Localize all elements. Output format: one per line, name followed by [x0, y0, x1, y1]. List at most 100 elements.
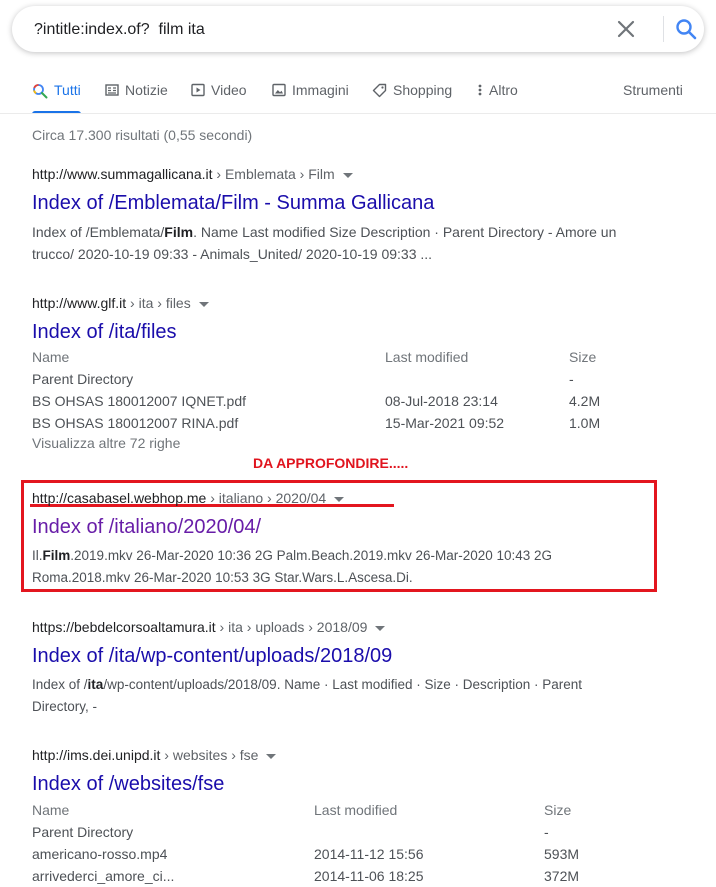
video-icon [191, 83, 205, 97]
result-url[interactable]: https://bebdelcorsoaltamura.it › ita › u… [32, 618, 582, 636]
image-icon [272, 83, 286, 97]
search-button[interactable] [672, 15, 700, 43]
snippet-highlight: Film [42, 548, 71, 563]
table-row: arrivederci_amore_ci... 2014-11-06 18:25… [32, 865, 672, 887]
dropdown-arrow-icon[interactable] [198, 301, 209, 307]
result-snippet: Il.Film.2019.mkv 26-Mar-2020 10:36 2G Pa… [32, 545, 552, 589]
result-path: › websites › fse [160, 747, 259, 763]
result-title-link[interactable]: Index of /italiano/2020/04/ [32, 514, 261, 540]
tab-label: Immagini [292, 82, 349, 98]
result-path: › ita › uploads › 2018/09 [215, 619, 368, 635]
table-row: BS OHSAS 180012007 RINA.pdf 15-Mar-2021 … [32, 412, 672, 434]
table-cell: 1.0M [569, 415, 601, 431]
result-table: Name Last modified Size Parent Directory… [32, 799, 672, 887]
table-cell: 593M [544, 846, 580, 862]
result-url[interactable]: http://www.glf.it › ita › files [32, 294, 672, 312]
snippet-text: Index of / [32, 677, 88, 692]
result-stats: Circa 17.300 risultati (0,55 secondi) [32, 127, 253, 143]
snippet-text: trucco/ 2020-10-19 09:33 - Animals_Unite… [32, 246, 433, 262]
search-divider [663, 16, 664, 42]
table-row: BS OHSAS 180012007 IQNET.pdf 08-Jul-2018… [32, 390, 672, 412]
tab-video[interactable]: Video [191, 80, 247, 114]
result-url[interactable]: http://casabasel.webhop.me › italiano › … [32, 489, 552, 507]
result-snippet: Index of /Emblemata/Film. Name Last modi… [32, 221, 616, 265]
show-more-rows-link[interactable]: Visualizza altre 72 righe [32, 435, 180, 451]
snippet-text: .2019.mkv 26-Mar-2020 10:36 2G Palm.Beac… [70, 548, 553, 563]
tab-label: Notizie [125, 82, 168, 98]
table-cell: 15-Mar-2021 09:52 [385, 415, 505, 431]
result-path: › Emblemata › Film [212, 166, 335, 182]
snippet-text: Roma.2018.mkv 26-Mar-2020 10:53 3G Star.… [32, 570, 413, 585]
tab-tutti[interactable]: Tutti [32, 80, 81, 114]
result-title-link[interactable]: Index of /websites/fse [32, 771, 224, 797]
search-result: http://ims.dei.unipd.it › websites › fse… [32, 746, 672, 886]
annotation-text: DA APPROFONDIRE..... [253, 455, 409, 471]
result-url[interactable]: http://www.summagallicana.it › Emblemata… [32, 165, 616, 183]
search-icon [33, 84, 48, 99]
dropdown-arrow-icon[interactable] [266, 753, 277, 759]
table-cell: 4.2M [569, 393, 601, 409]
table-cell: Parent Directory [32, 371, 134, 387]
tab-altro[interactable]: Altro [477, 80, 518, 114]
result-host: http://www.glf.it [32, 295, 127, 311]
table-header-row: Name Last modified Size [32, 346, 672, 368]
table-header: Size [569, 349, 597, 365]
result-title-link[interactable]: Index of /Emblemata/Film - Summa Gallica… [32, 190, 434, 216]
result-snippet: Index of /ita/wp-content/uploads/2018/09… [32, 674, 582, 718]
table-row: Parent Directory - [32, 821, 672, 843]
table-cell: BS OHSAS 180012007 IQNET.pdf [32, 393, 247, 409]
search-input[interactable] [34, 19, 594, 41]
result-url[interactable]: http://ims.dei.unipd.it › websites › fse [32, 746, 672, 764]
result-host: https://bebdelcorsoaltamura.it [32, 619, 216, 635]
tab-label: Altro [489, 82, 518, 98]
dropdown-arrow-icon[interactable] [334, 496, 345, 502]
search-bar [12, 6, 704, 52]
tab-notizie[interactable]: Notizie [105, 80, 168, 114]
snippet-text: /wp-content/uploads/2018/09. Name · Last… [103, 677, 583, 692]
table-row: Parent Directory - [32, 368, 672, 390]
table-cell: BS OHSAS 180012007 RINA.pdf [32, 415, 239, 431]
snippet-text: Directory, - [32, 699, 98, 714]
tab-label: Video [211, 82, 247, 98]
result-host: http://ims.dei.unipd.it [32, 747, 161, 763]
tag-icon [372, 83, 387, 98]
tools-label: Strumenti [623, 82, 683, 98]
snippet-highlight: Film [164, 224, 194, 240]
table-cell: - [569, 371, 574, 387]
table-row: americano-rosso.mp4 2014-11-12 15:56 593… [32, 843, 672, 865]
dropdown-arrow-icon[interactable] [375, 625, 386, 631]
table-cell: 08-Jul-2018 23:14 [385, 393, 498, 409]
table-header: Last modified [314, 802, 398, 818]
search-icon [676, 19, 697, 40]
tab-shopping[interactable]: Shopping [372, 80, 452, 114]
snippet-text: Il. [32, 548, 43, 563]
table-header: Name [32, 802, 70, 818]
close-icon [617, 20, 635, 38]
result-title-link[interactable]: Index of /ita/wp-content/uploads/2018/09 [32, 643, 392, 669]
table-cell: 372M [544, 868, 580, 884]
table-header: Last modified [385, 349, 469, 365]
search-result: http://www.glf.it › ita › files Index of… [32, 294, 672, 464]
search-result: http://www.summagallicana.it › Emblemata… [32, 165, 616, 265]
tab-immagini[interactable]: Immagini [272, 80, 349, 114]
tab-label: Shopping [393, 82, 453, 98]
result-path: › ita › files [126, 295, 191, 311]
table-cell: - [544, 824, 549, 840]
search-result: https://bebdelcorsoaltamura.it › ita › u… [32, 618, 582, 718]
tabs-divider [0, 113, 716, 114]
table-header-row: Name Last modified Size [32, 799, 672, 821]
search-result: http://casabasel.webhop.me › italiano › … [32, 489, 552, 589]
tools-button[interactable]: Strumenti [623, 80, 683, 114]
clear-search-button[interactable] [612, 15, 640, 43]
snippet-text: . Name Last modified Size Description · … [193, 224, 617, 240]
table-cell: americano-rosso.mp4 [32, 846, 168, 862]
result-host: http://casabasel.webhop.me [32, 490, 207, 506]
table-cell: 2014-11-12 15:56 [314, 846, 424, 862]
search-tabs: Tutti Notizie Video Immagini Shopping Al… [0, 80, 716, 114]
table-header: Size [544, 802, 572, 818]
snippet-text: Index of /Emblemata/ [32, 224, 165, 240]
more-vert-icon [478, 84, 482, 96]
result-title-link[interactable]: Index of /ita/files [32, 319, 177, 345]
dropdown-arrow-icon[interactable] [342, 172, 353, 178]
table-cell: Parent Directory [32, 824, 134, 840]
